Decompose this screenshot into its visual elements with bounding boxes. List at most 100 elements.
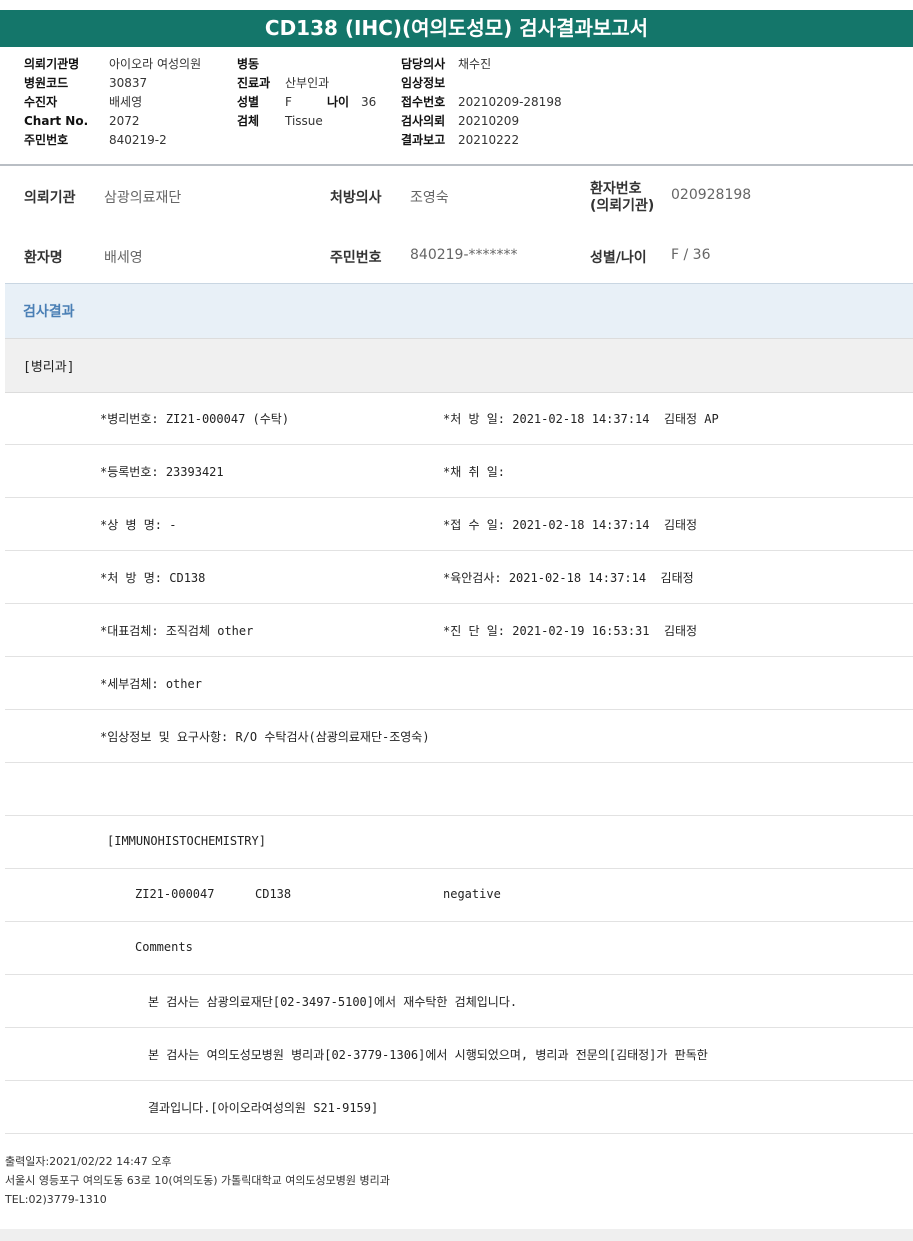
header-row-accession: 접수번호 20210209-28198: [401, 93, 562, 112]
value-request-date: 20210209: [458, 114, 520, 128]
label-sex-age: 성별/나이: [590, 250, 647, 266]
info-row-1: 의뢰기관 삼광의료재단 처방의사 조영숙 환자번호 (의뢰기관) 0209281…: [0, 181, 913, 225]
header-row-rrn: 주민번호 840219-2: [24, 131, 201, 150]
value-department: 산부인과: [285, 76, 330, 90]
header-row-chart-no: Chart No. 2072: [24, 112, 201, 131]
gross-exam-date: *육안검사: 2021-02-18 14:37:14 김태정: [443, 571, 694, 585]
label-age: 나이: [327, 95, 350, 109]
value-institution-name: 아이오라 여성의원: [109, 57, 202, 71]
label-clinical-info: 임상정보: [401, 76, 446, 90]
comment-row-2: 본 검사는 여의도성모병원 병리과[02-3779-1306]에서 시행되었으며…: [5, 1027, 913, 1081]
detail-specimen: *세부검체: other: [100, 677, 202, 691]
report-title: CD138 (IHC)(여의도성모) 검사결과보고서: [0, 10, 913, 47]
report-footer: 출력일자:2021/02/22 14:47 오후 서울시 영등포구 여의도동 6…: [5, 1152, 390, 1209]
comment-3: 결과입니다.[아이오라여성의원 S21-9159]: [148, 1101, 379, 1115]
label-ward: 병동: [237, 57, 260, 71]
comments-label-row: Comments: [5, 921, 913, 975]
comment-row-1: 본 검사는 삼광의료재단[02-3497-5100]에서 재수탁한 검체입니다.: [5, 974, 913, 1028]
value-rrn: 840219-2: [109, 133, 167, 147]
result-row-3: *상 병 명: - *접 수 일: 2021-02-18 14:37:14 김태…: [5, 497, 913, 551]
header-row-ward: 병동: [237, 55, 376, 74]
header-row-report-date: 결과보고 20210222: [401, 131, 562, 150]
registration-no: *등록번호: 23393421: [100, 465, 224, 479]
value-resident-no: 840219-*******: [410, 247, 518, 263]
label-institution-name: 의뢰기관명: [24, 57, 80, 71]
result-section-header: 검사결과: [5, 283, 913, 338]
ihc-heading: [IMMUNOHISTOCHEMISTRY]: [107, 834, 266, 848]
receipt-date: *접 수 일: 2021-02-18 14:37:14 김태정: [443, 518, 698, 532]
label-rrn: 주민번호: [24, 133, 69, 147]
comment-row-3: 결과입니다.[아이오라여성의원 S21-9159]: [5, 1080, 913, 1134]
label-specimen: 검체: [237, 114, 260, 128]
header-row-request-date: 검사의뢰 20210209: [401, 112, 562, 131]
ihc-result: negative: [443, 887, 501, 901]
value-patient-no: 020928198: [671, 187, 752, 203]
value-hospital-code: 30837: [109, 76, 148, 90]
label-patient-name: 환자명: [24, 250, 63, 266]
prescription-date: *처 방 일: 2021-02-18 14:37:14 김태정 AP: [443, 412, 719, 426]
header-column-1: 의뢰기관명 아이오라 여성의원 병원코드 30837 수진자 배세영 Chart No…: [24, 55, 201, 150]
label-prescribing-doctor: 처방의사: [330, 190, 382, 206]
label-report-date: 결과보고: [401, 133, 446, 147]
value-specimen: Tissue: [285, 114, 323, 128]
result-row-6: *세부검체: other: [5, 656, 913, 710]
comments-label: Comments: [135, 940, 193, 954]
label-request-date: 검사의뢰: [401, 114, 446, 128]
print-date: 출력일자:2021/02/22 14:47 오후: [5, 1155, 172, 1168]
ihc-result-row: ZI21-000047 CD138 negative: [5, 868, 913, 922]
label-resident-no: 주민번호: [330, 250, 382, 266]
result-row-5: *대표검체: 조직검체 other *진 단 일: 2021-02-19 16:…: [5, 603, 913, 657]
header-row-doctor: 담당의사 채수진: [401, 55, 562, 74]
ihc-case-no: ZI21-000047: [135, 887, 215, 901]
header-row-institution: 의뢰기관명 아이오라 여성의원: [24, 55, 201, 74]
value-chart-no: 2072: [109, 114, 140, 128]
collection-date: *채 취 일:: [443, 465, 506, 479]
result-row-7: *임상정보 및 요구사항: R/O 수탁검사(삼광의료재단-조영숙): [5, 709, 913, 763]
value-doctor: 채수진: [458, 57, 492, 71]
value-referring-institution: 삼광의료재단: [104, 190, 182, 206]
ihc-heading-row: [IMMUNOHISTOCHEMISTRY]: [5, 815, 913, 869]
header-row-patient: 수진자 배세영: [24, 93, 201, 112]
comment-1: 본 검사는 삼광의료재단[02-3497-5100]에서 재수탁한 검체입니다.: [148, 995, 518, 1009]
value-age: 36: [361, 95, 377, 109]
diagnosis-name: *상 병 명: -: [100, 518, 177, 532]
header-column-3: 담당의사 채수진 임상정보 접수번호 20210209-28198 검사의뢰 2021…: [401, 55, 562, 150]
result-row-2: *등록번호: 23393421 *채 취 일:: [5, 444, 913, 498]
value-patient-name: 배세영: [104, 250, 143, 266]
header-row-department: 진료과 산부인과: [237, 74, 376, 93]
prescription-name: *처 방 명: CD138: [100, 571, 206, 585]
label-sex: 성별: [237, 95, 260, 109]
result-row-4: *처 방 명: CD138 *육안검사: 2021-02-18 14:37:14…: [5, 550, 913, 604]
header-divider: [0, 164, 913, 166]
pathology-no: *병리번호: ZI21-000047 (수탁): [100, 412, 290, 426]
value-sex: F: [285, 95, 292, 109]
result-row-blank: [5, 762, 913, 816]
hospital-tel: TEL:02)3779-1310: [5, 1193, 107, 1206]
label-chart-no: Chart No.: [24, 114, 89, 128]
comment-2: 본 검사는 여의도성모병원 병리과[02-3779-1306]에서 시행되었으며…: [148, 1048, 708, 1062]
value-accession-no: 20210209-28198: [458, 95, 562, 109]
hospital-address: 서울시 영등포구 여의도동 63로 10(여의도동) 가톨릭대학교 여의도성모병…: [5, 1174, 390, 1187]
value-prescribing-doctor: 조영숙: [410, 190, 449, 206]
value-report-date: 20210222: [458, 133, 520, 147]
header-row-hospital-code: 병원코드 30837: [24, 74, 201, 93]
department-band: [병리과]: [5, 338, 913, 393]
value-patient: 배세영: [109, 95, 143, 109]
value-sex-age: F / 36: [671, 247, 711, 263]
header-row-clinical-info: 임상정보: [401, 74, 562, 93]
label-patient: 수진자: [24, 95, 58, 109]
label-department: 진료과: [237, 76, 271, 90]
bottom-bar: [0, 1229, 913, 1241]
label-hospital-code: 병원코드: [24, 76, 69, 90]
representative-specimen: *대표검체: 조직검체 other: [100, 624, 254, 638]
ihc-marker: CD138: [255, 887, 292, 901]
header-row-specimen: 검체 Tissue: [237, 112, 376, 131]
department-label: [병리과]: [23, 360, 75, 375]
header-column-2: 병동 진료과 산부인과 성별 F 나이 36 검체 Tissue: [237, 55, 376, 131]
result-section-title: 검사결과: [23, 304, 75, 320]
clinical-info-request: *임상정보 및 요구사항: R/O 수탁검사(삼광의료재단-조영숙): [100, 730, 430, 744]
label-referring-institution: 의뢰기관: [24, 190, 76, 206]
label-accession-no: 접수번호: [401, 95, 446, 109]
info-row-2: 환자명 배세영 주민번호 840219-******* 성별/나이 F / 36: [0, 247, 913, 267]
header-row-sex-age: 성별 F 나이 36: [237, 93, 376, 112]
